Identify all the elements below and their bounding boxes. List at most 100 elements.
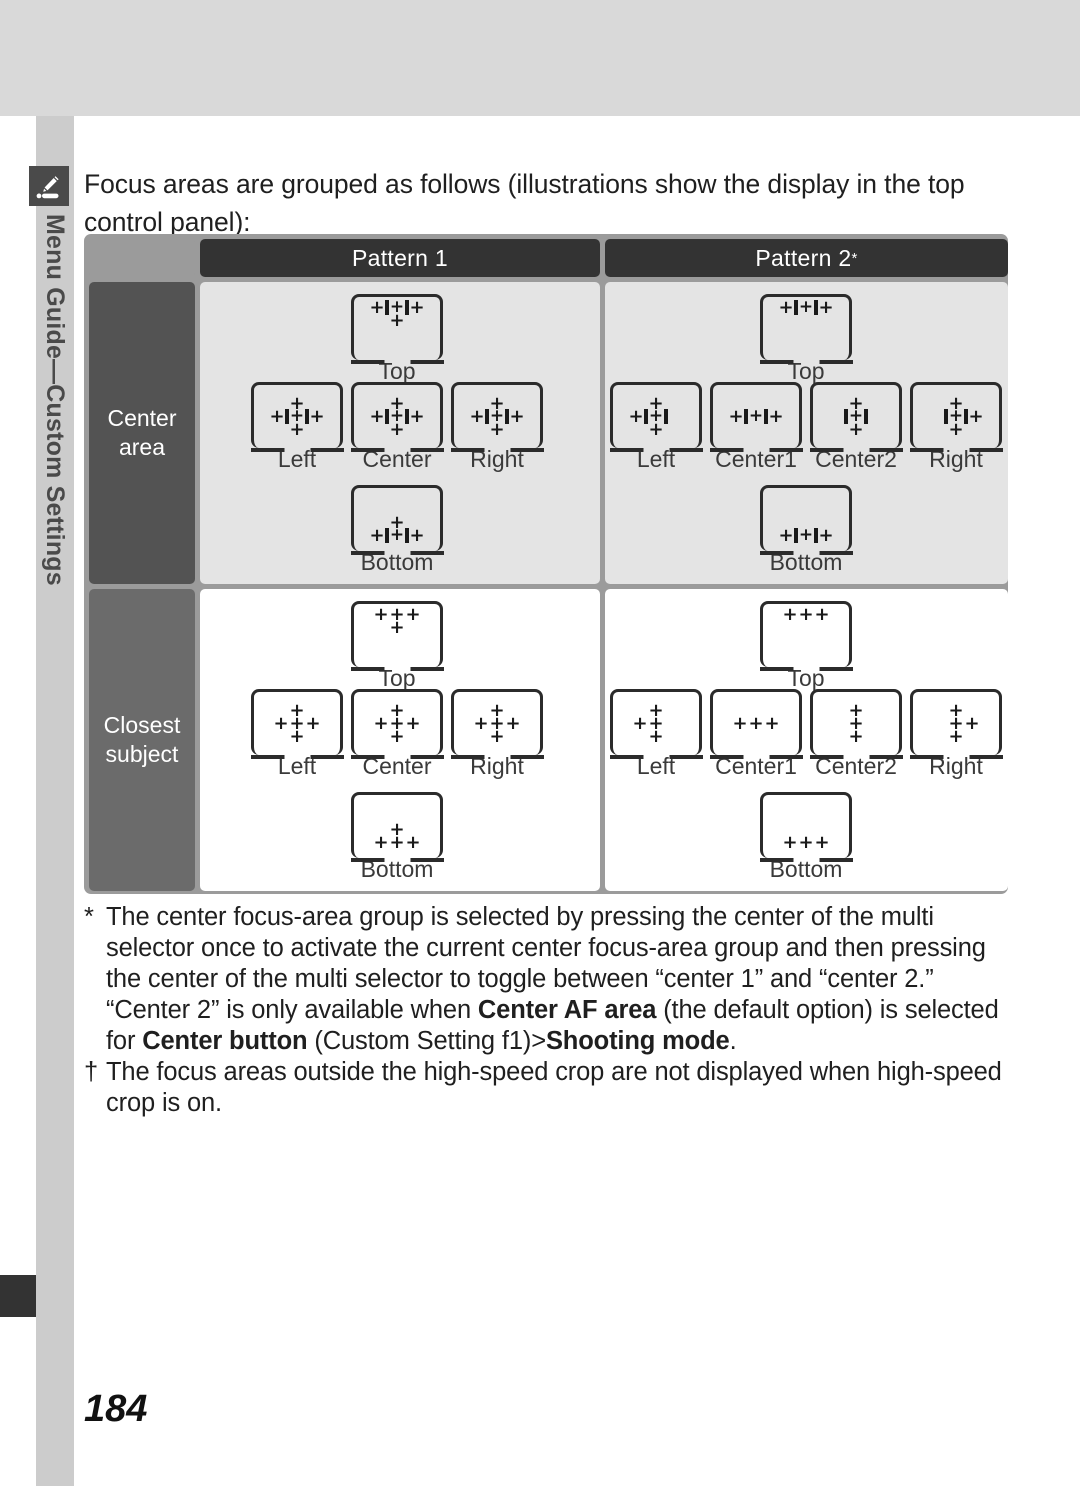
focus-mark: + <box>948 726 964 747</box>
group-p1-center-center: + + + + + Center <box>350 382 444 472</box>
focus-mark: + <box>373 604 389 625</box>
lcd-panel-icon: + + + + + + + + <box>909 382 1003 452</box>
row-label-center-area-line1: Center <box>107 405 177 431</box>
row-label-closest-subject-line2: subject <box>105 741 179 767</box>
focus-mark: + <box>405 713 421 734</box>
selected-focus-area-icon: + <box>794 527 818 544</box>
group-p2-closest-top: + + + Top <box>759 601 853 691</box>
group-p1-closest-top: + + + + Top <box>350 601 444 691</box>
header-pattern1-label: Pattern 1 <box>351 244 449 271</box>
group-p2-center-center2: + + + Center2 <box>809 382 903 472</box>
header-pattern2: Pattern 2 * <box>605 239 1008 277</box>
focus-mark: + <box>369 297 385 318</box>
focus-mark: + <box>273 713 289 734</box>
cell-pattern2-closest-subject: + + + Top + + + + Left + + + Center1 + +… <box>605 589 1008 891</box>
focus-mark: + <box>778 297 794 318</box>
focus-mark: + <box>469 406 485 427</box>
lcd-panel-icon: + + + + + <box>450 382 544 452</box>
lcd-panel-icon: + + + + + + + + <box>609 382 703 452</box>
focus-mark: + <box>782 832 798 853</box>
lcd-panel-icon: + + + + <box>350 294 444 364</box>
lcd-panel-icon: + + + + + <box>250 689 344 759</box>
selected-focus-area-icon: + <box>844 408 868 425</box>
lcd-panel-icon: + + + + + + + + <box>909 689 1003 759</box>
focus-mark: + <box>732 713 748 734</box>
selected-focus-area-icon: + <box>794 299 818 316</box>
cell-pattern1-closest-subject: + + + + Top + + + + + Left + + + + + Cen… <box>200 589 600 891</box>
cell-pattern2-center-area: + + + Top + + + + Left + + + Center1 + +… <box>605 282 1008 584</box>
focus-mark-blank: + <box>664 423 680 436</box>
focus-mark: + <box>509 406 525 427</box>
focus-mark: + <box>369 525 385 546</box>
selected-focus-area-icon: + <box>485 408 509 425</box>
header-blank-cell <box>89 239 195 277</box>
lcd-panel-icon: + + + + <box>350 601 444 671</box>
focus-mark: + <box>814 832 830 853</box>
footnote-dagger: † The focus areas outside the high-speed … <box>84 1057 1014 1119</box>
focus-mark: + <box>748 713 764 734</box>
lcd-panel-icon: + + + + + <box>450 689 544 759</box>
row-label-closest-subject: Closest subject <box>89 589 195 891</box>
focus-mark: + <box>473 713 489 734</box>
focus-mark: + <box>848 726 864 747</box>
focus-mark: + <box>389 832 405 853</box>
row-label-center-area-line2: area <box>118 434 166 460</box>
group-p2-closest-center2: + + + Center2 <box>809 689 903 779</box>
focus-mark: + <box>778 525 794 546</box>
selected-focus-area-icon: + <box>385 299 409 316</box>
lcd-panel-icon: + + + + + <box>350 382 444 452</box>
focus-mark: + <box>405 604 421 625</box>
lcd-panel-icon: + + + <box>759 792 853 862</box>
group-p2-center-right: + + + + + + + + <box>909 382 1003 472</box>
group-p2-closest-right: + + + + + + + + <box>909 689 1003 779</box>
focus-mark: + <box>269 406 285 427</box>
focus-mark: + <box>782 604 798 625</box>
pencil-note-icon <box>29 166 69 206</box>
table-row-center-area: Center area + + + + Top + + + + + Left +… <box>89 282 1008 584</box>
selected-focus-area-icon: + <box>385 527 409 544</box>
footnote-dagger-text: The focus areas outside the high-speed c… <box>106 1058 1002 1117</box>
focus-mark: + <box>818 297 834 318</box>
focus-mark: + <box>305 713 321 734</box>
focus-mark-blank: + <box>964 423 980 436</box>
group-p2-closest-bottom: + + + Bottom <box>759 792 853 882</box>
row-label-center-area: Center area <box>89 282 195 584</box>
lcd-panel-icon: + + + <box>709 382 803 452</box>
footnotes: * The center focus-area group is selected… <box>84 902 1014 1119</box>
focus-mark: + <box>728 406 744 427</box>
group-p1-center-top: + + + + Top <box>350 294 444 384</box>
focus-mark: + <box>648 726 664 747</box>
group-p1-center-right: + + + + + Right <box>450 382 544 472</box>
selected-focus-area-icon: + <box>285 408 309 425</box>
lcd-panel-icon: + + + <box>709 689 803 759</box>
focus-mark: + <box>369 406 385 427</box>
focus-mark: + <box>409 297 425 318</box>
focus-mark-blank: + <box>932 730 948 743</box>
focus-mark: + <box>764 713 780 734</box>
group-p1-center-left: + + + + + Left <box>250 382 344 472</box>
lcd-panel-icon: + + + <box>809 689 903 759</box>
focus-mark: + <box>814 604 830 625</box>
row-label-closest-subject-line1: Closest <box>103 712 181 738</box>
lcd-panel-icon: + + + + + <box>250 382 344 452</box>
chapter-sidebar-label: Menu Guide—Custom Settings <box>36 214 74 634</box>
lcd-panel-icon: + + + + + + + + <box>609 689 703 759</box>
footnote-asterisk-bold3: Shooting mode <box>545 1027 730 1055</box>
focus-area-groups-table: Pattern 1 Pattern 2 * Center area + + + … <box>84 234 1008 894</box>
footnote-asterisk-symbol: * <box>84 903 94 931</box>
group-p2-closest-center1: + + + Center1 <box>709 689 803 779</box>
footnote-asterisk-bold2: Center button <box>142 1027 308 1055</box>
chapter-sidebar-label-text: Menu Guide—Custom Settings <box>41 214 69 586</box>
lcd-panel-icon: + + + <box>759 601 853 671</box>
selected-focus-area-icon: + <box>385 408 409 425</box>
focus-mark-blank: + <box>964 730 980 743</box>
focus-mark: + <box>505 713 521 734</box>
focus-mark: + <box>389 617 405 638</box>
group-p2-closest-left: + + + + + + + + <box>609 689 703 779</box>
focus-mark-blank: + <box>632 730 648 743</box>
lcd-panel-icon: + + + + + <box>350 689 444 759</box>
page-number: 184 <box>84 1388 148 1430</box>
selected-focus-area-icon: + <box>744 408 768 425</box>
footnote-asterisk-text4: . <box>729 1027 737 1055</box>
focus-mark: + <box>798 604 814 625</box>
